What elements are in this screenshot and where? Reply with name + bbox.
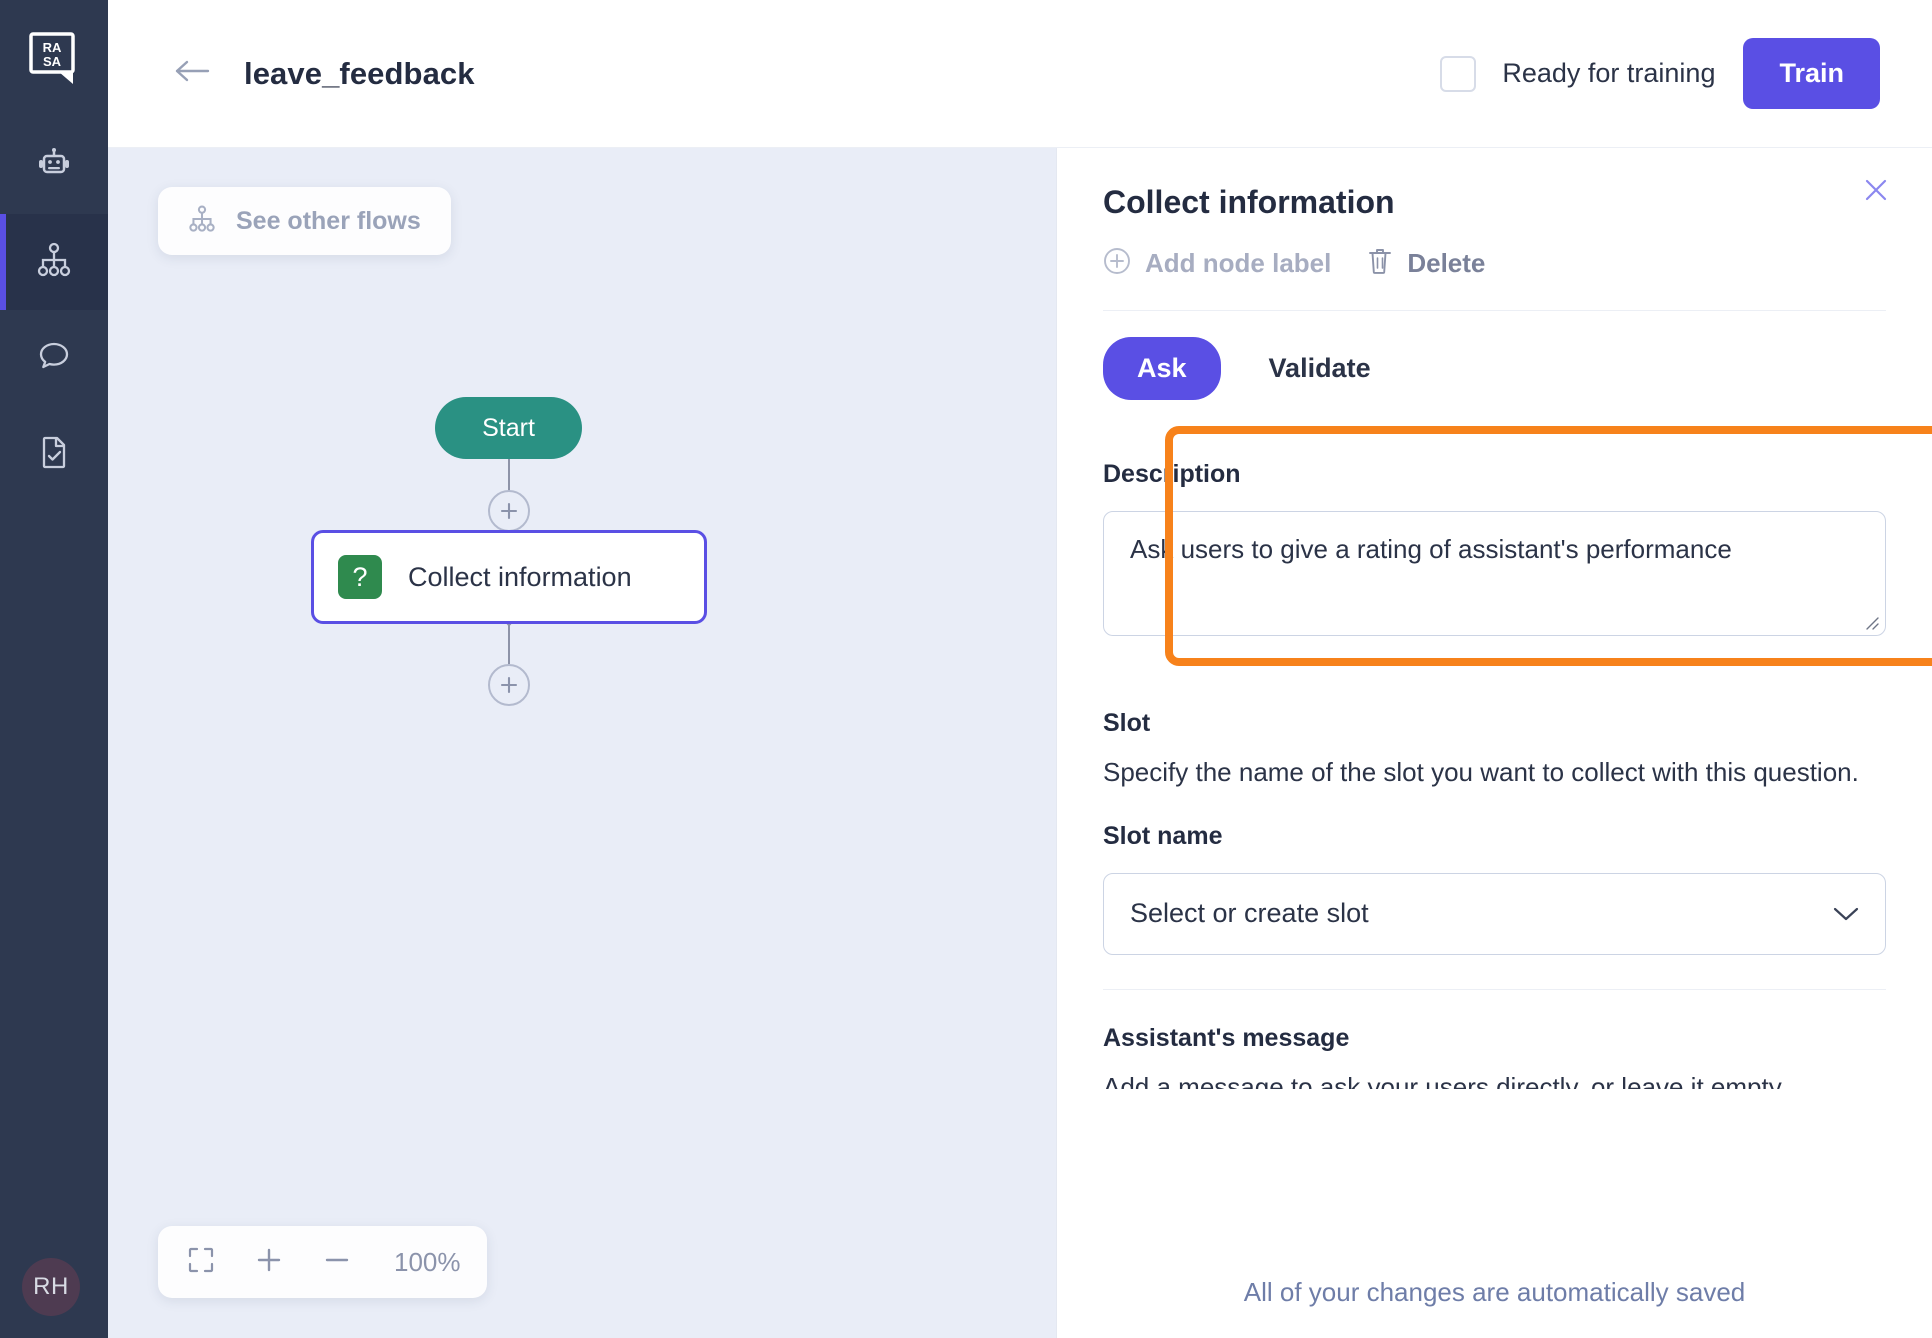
arrow-left-icon <box>174 58 210 89</box>
description-section: Description <box>1103 426 1886 675</box>
zoom-in-button[interactable] <box>252 1245 286 1279</box>
panel-title: Collect information <box>1103 184 1395 220</box>
avatar-initials: RH <box>33 1273 69 1300</box>
avatar[interactable]: RH <box>22 1258 80 1316</box>
train-button[interactable]: Train <box>1743 38 1880 109</box>
top-bar-right: Ready for training Train <box>1440 38 1932 109</box>
panel-actions: Add node label Delete <box>1103 247 1886 311</box>
assistant-message-helper-text: Add a message to ask your users directly… <box>1103 1071 1787 1089</box>
node-start-label: Start <box>482 413 535 442</box>
chat-bubble-icon <box>36 338 72 379</box>
close-icon <box>1863 177 1889 208</box>
description-input[interactable] <box>1103 511 1886 636</box>
fit-to-screen-button[interactable] <box>184 1245 218 1279</box>
assistant-message-label: Assistant's message <box>1103 1023 1350 1052</box>
zoom-controls: 100% <box>158 1226 487 1298</box>
app-root: RA SA RH leave_feedback Ready for traini… <box>0 0 1932 1338</box>
flows-icon <box>188 205 216 238</box>
question-badge-icon: ? <box>338 555 382 599</box>
robot-icon <box>36 146 72 187</box>
delete-node-button[interactable]: Delete <box>1367 247 1485 280</box>
flow-canvas[interactable]: See other flows Start ? Collect informat… <box>108 148 1056 1338</box>
node-collect-information[interactable]: ? Collect information <box>311 530 707 624</box>
flows-icon <box>36 242 72 283</box>
slot-name-select-value: Select or create slot <box>1130 898 1369 929</box>
add-step-below-button[interactable] <box>488 664 530 706</box>
trash-icon <box>1367 247 1393 280</box>
tab-validate[interactable]: Validate <box>1235 337 1405 400</box>
see-other-flows-button[interactable]: See other flows <box>158 187 451 255</box>
see-other-flows-label: See other flows <box>236 206 421 235</box>
back-button[interactable] <box>170 52 214 96</box>
node-start[interactable]: Start <box>435 397 582 459</box>
tab-ask[interactable]: Ask <box>1103 337 1221 400</box>
svg-text:SA: SA <box>43 54 62 69</box>
chevron-down-icon <box>1833 898 1859 929</box>
edge-collect-to-plus <box>508 624 510 664</box>
panel-header: Collect information Add node label Delet… <box>1057 148 1932 311</box>
slot-name-select[interactable]: Select or create slot <box>1103 872 1886 955</box>
slot-name-label: Slot name <box>1103 821 1223 850</box>
panel-sections: Description Slot Specify the name of the… <box>1057 426 1932 1123</box>
sidebar-item-conversations[interactable] <box>0 310 108 406</box>
description-label: Description <box>1103 460 1241 488</box>
sidebar-item-assistant[interactable] <box>0 118 108 214</box>
slot-label: Slot <box>1103 709 1151 737</box>
rail-items <box>0 118 108 502</box>
zoom-level: 100% <box>394 1246 461 1277</box>
slot-section: Slot Specify the name of the slot you wa… <box>1103 675 1886 990</box>
ready-for-training-label: Ready for training <box>1502 58 1716 88</box>
plus-circle-icon <box>1103 247 1131 280</box>
add-node-label-button[interactable]: Add node label <box>1103 247 1331 280</box>
plus-icon <box>499 675 519 695</box>
close-panel-button[interactable] <box>1856 172 1896 212</box>
delete-node-text: Delete <box>1407 248 1486 278</box>
minus-icon <box>322 1245 352 1280</box>
add-step-above-button[interactable] <box>488 490 530 532</box>
autosave-note: All of your changes are automatically sa… <box>1057 1259 1932 1308</box>
slot-helper-text: Specify the name of the slot you want to… <box>1103 757 1859 787</box>
rasa-logo[interactable]: RA SA <box>0 0 108 118</box>
description-input-wrap <box>1103 511 1886 641</box>
left-nav-rail: RA SA RH <box>0 0 108 1338</box>
page-title: leave_feedback <box>244 55 475 91</box>
panel-tabs: Ask Validate <box>1057 311 1932 426</box>
add-node-label-text: Add node label <box>1145 248 1332 278</box>
zoom-out-button[interactable] <box>320 1245 354 1279</box>
sidebar-item-tests[interactable] <box>0 406 108 502</box>
node-details-panel: Collect information Add node label Delet… <box>1056 148 1932 1338</box>
assistant-message-section: Assistant's message Add a message to ask… <box>1103 990 1886 1123</box>
svg-text:RA: RA <box>43 40 62 55</box>
plus-icon <box>254 1245 284 1280</box>
fit-screen-icon <box>188 1247 214 1278</box>
plus-icon <box>499 501 519 521</box>
document-check-icon <box>36 434 72 475</box>
stage: leave_feedback Ready for training Train <box>108 0 1932 1338</box>
node-collect-label: Collect information <box>408 561 632 592</box>
sidebar-item-flows[interactable] <box>0 214 108 310</box>
ready-for-training-checkbox[interactable] <box>1440 55 1477 92</box>
top-bar: leave_feedback Ready for training Train <box>108 0 1932 148</box>
